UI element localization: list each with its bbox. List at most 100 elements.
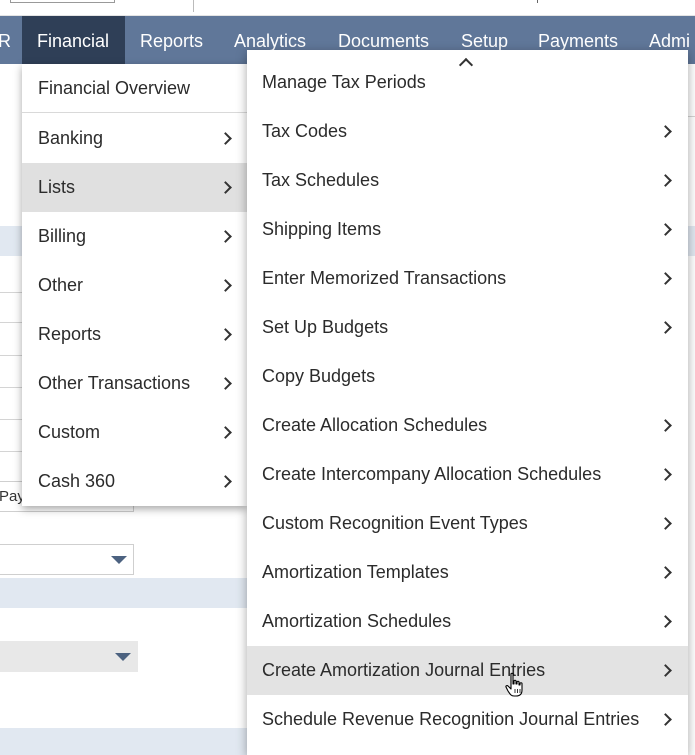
chevron-right-icon [219, 426, 232, 439]
menu-item-tax-schedules[interactable]: Tax Schedules [247, 156, 688, 205]
menu-item-label: Financial Overview [38, 78, 191, 98]
divider [0, 292, 22, 293]
menu-item-label: Shipping Items [262, 219, 382, 239]
menu-item-custom[interactable]: Custom [22, 408, 247, 457]
menu-item-label: Enter Memorized Transactions [262, 268, 507, 288]
menu-item-create-amortization-journal-entries[interactable]: Create Amortization Journal Entries [247, 646, 688, 695]
chevron-right-icon [219, 328, 232, 341]
global-search-field[interactable] [10, 0, 115, 3]
divider [537, 0, 538, 3]
dropdown-select[interactable] [0, 641, 138, 672]
menu-item-label: Lists [38, 177, 76, 197]
nav-label: R [0, 31, 11, 51]
menu-item-shipping-items[interactable]: Shipping Items [247, 205, 688, 254]
chevron-right-icon [659, 664, 672, 677]
chevron-right-icon [219, 181, 232, 194]
menu-item-banking[interactable]: Banking [22, 114, 247, 163]
chevron-right-icon [659, 566, 672, 579]
menu-item-create-allocation-schedules[interactable]: Create Allocation Schedules [247, 401, 688, 450]
menu-item-label: Tax Codes [262, 121, 348, 141]
menu-item-schedule-revenue-recognition-journal-entries[interactable]: Schedule Revenue Recognition Journal Ent… [247, 695, 688, 744]
nav-label: Setup [461, 31, 509, 51]
financial-menu: Financial Overview Banking Lists Billing… [22, 64, 247, 506]
menu-item-label: Schedule Revenue Recognition Journal Ent… [262, 709, 640, 729]
divider [0, 322, 22, 323]
chevron-right-icon [659, 125, 672, 138]
chevron-right-icon [659, 468, 672, 481]
menu-item-reports[interactable]: Reports [22, 310, 247, 359]
menu-item-manage-tax-periods[interactable]: Manage Tax Periods [247, 58, 688, 107]
nav-item-reports[interactable]: Reports [140, 16, 203, 64]
chevron-right-icon [219, 132, 232, 145]
menu-item-label: Tax Schedules [262, 170, 380, 190]
section-band [0, 578, 247, 608]
section-band [688, 226, 695, 256]
chevron-right-icon [659, 419, 672, 432]
menu-item-other[interactable]: Other [22, 261, 247, 310]
section-band [0, 728, 247, 755]
divider [0, 355, 22, 356]
chevron-right-icon [219, 279, 232, 292]
divider [0, 419, 22, 420]
menu-item-set-up-budgets[interactable]: Set Up Budgets [247, 303, 688, 352]
chevron-right-icon [659, 615, 672, 628]
divider [0, 451, 22, 452]
menu-item-custom-recognition-event-types[interactable]: Custom Recognition Event Types [247, 499, 688, 548]
menu-item-copy-budgets[interactable]: Copy Budgets [247, 352, 688, 401]
divider [0, 387, 22, 388]
menu-item-label: Manage Tax Periods [262, 72, 426, 92]
chevron-right-icon [659, 321, 672, 334]
menu-item-label: Create Allocation Schedules [262, 415, 488, 435]
menu-item-label: Custom [38, 422, 101, 442]
divider [193, 0, 194, 12]
top-strip [0, 0, 695, 16]
chevron-right-icon [659, 272, 672, 285]
nav-label: Financial [37, 31, 110, 51]
menu-item-label: Set Up Budgets [262, 317, 389, 337]
dropdown-select[interactable] [0, 544, 134, 575]
caret-down-icon [111, 556, 127, 564]
chevron-right-icon [219, 377, 232, 390]
menu-item-billing[interactable]: Billing [22, 212, 247, 261]
menu-item-tax-codes[interactable]: Tax Codes [247, 107, 688, 156]
chevron-right-icon [659, 517, 672, 530]
nav-label: Analytics [234, 31, 307, 51]
menu-item-label: Reports [38, 324, 102, 344]
menu-item-lists[interactable]: Lists [22, 163, 247, 212]
chevron-right-icon [659, 713, 672, 726]
menu-item-label: Custom Recognition Event Types [262, 513, 528, 533]
menu-item-label: Billing [38, 226, 87, 246]
menu-item-label: Other Transactions [38, 373, 191, 393]
lists-submenu: Manage Tax Periods Tax Codes Tax Schedul… [247, 50, 688, 755]
chevron-right-icon [659, 223, 672, 236]
caret-down-icon [115, 653, 131, 661]
menu-item-financial-overview[interactable]: Financial Overview [22, 64, 247, 113]
chevron-right-icon [659, 174, 672, 187]
chevron-right-icon [219, 475, 232, 488]
menu-item-label: Amortization Schedules [262, 611, 452, 631]
nav-item-financial[interactable]: Financial [22, 16, 125, 64]
page: R Financial Reports Analytics Documents … [0, 0, 695, 755]
menu-item-create-intercompany-allocation-schedules[interactable]: Create Intercompany Allocation Schedules [247, 450, 688, 499]
nav-label: Documents [338, 31, 430, 51]
hand-pointer-icon [505, 672, 523, 697]
nav-label: Admi [649, 31, 691, 51]
nav-item-prev[interactable]: R [0, 16, 18, 64]
menu-item-label: Banking [38, 128, 104, 148]
menu-item-label: Cash 360 [38, 471, 116, 491]
section-band [0, 226, 22, 256]
divider [688, 116, 695, 117]
menu-item-label: Amortization Templates [262, 562, 449, 582]
nav-label: Reports [140, 31, 204, 51]
chevron-right-icon [219, 230, 232, 243]
menu-item-enter-memorized-transactions[interactable]: Enter Memorized Transactions [247, 254, 688, 303]
menu-item-amortization-schedules[interactable]: Amortization Schedules [247, 597, 688, 646]
menu-item-label: Create Intercompany Allocation Schedules [262, 464, 602, 484]
menu-item-label: Create Amortization Journal Entries [262, 660, 546, 680]
menu-item-label: Copy Budgets [262, 366, 376, 386]
menu-item-other-transactions[interactable]: Other Transactions [22, 359, 247, 408]
nav-label: Payments [538, 31, 619, 51]
menu-item-amortization-templates[interactable]: Amortization Templates [247, 548, 688, 597]
menu-item-label: Other [38, 275, 84, 295]
menu-item-cash-360[interactable]: Cash 360 [22, 457, 247, 506]
